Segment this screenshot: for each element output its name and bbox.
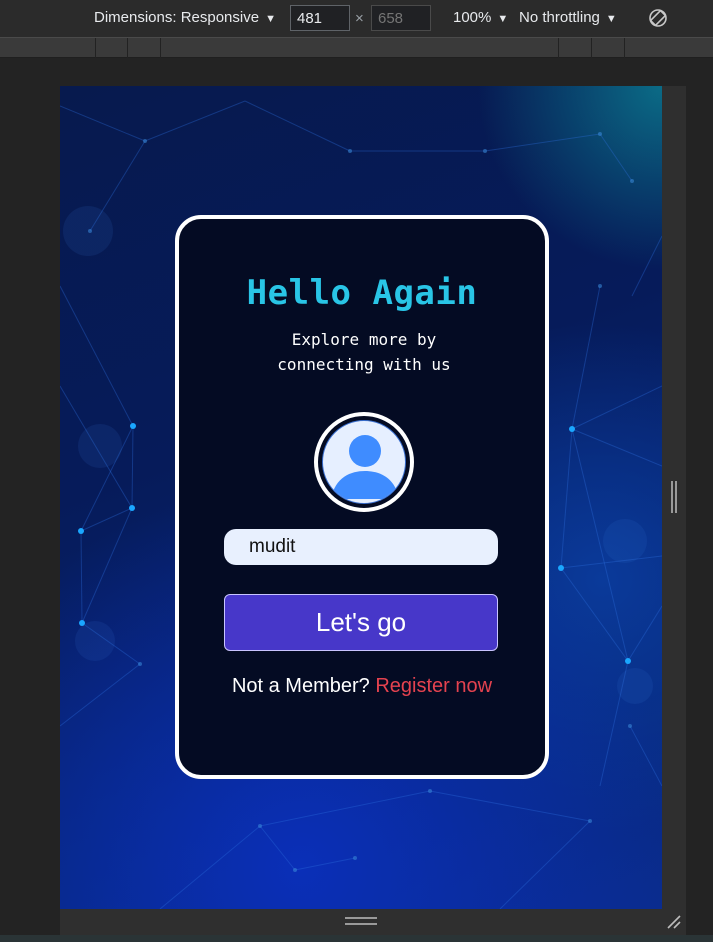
throttling-dropdown[interactable]: No throttling ▼ xyxy=(519,9,617,26)
login-card: Hello Again Explore more by connecting w… xyxy=(175,215,549,779)
resize-handle-bottom[interactable] xyxy=(60,909,686,935)
user-avatar-icon xyxy=(331,435,399,499)
dimensions-dropdown[interactable]: Dimensions: Responsive ▼ xyxy=(94,9,276,26)
resize-corner-icon[interactable] xyxy=(664,912,682,930)
register-prompt: Not a Member? Register now xyxy=(179,675,545,698)
dimensions-label: Dimensions: Responsive xyxy=(94,9,260,26)
height-input[interactable] xyxy=(371,5,431,31)
throttling-label: No throttling xyxy=(519,9,600,26)
zoom-label: 100% xyxy=(453,9,492,26)
register-link[interactable]: Register now xyxy=(375,675,492,697)
page-title: Hello Again xyxy=(246,273,478,313)
avatar xyxy=(314,412,414,512)
lets-go-button[interactable]: Let's go xyxy=(224,594,498,651)
page-subtitle: Explore more by connecting with us xyxy=(277,330,451,374)
username-input[interactable] xyxy=(224,529,498,565)
device-viewport: Hello Again Explore more by connecting w… xyxy=(60,86,662,909)
resize-handle-right[interactable] xyxy=(662,86,686,909)
chevron-down-icon: ▼ xyxy=(265,13,276,25)
bottom-edge xyxy=(0,935,713,942)
times-separator: × xyxy=(355,10,364,27)
zoom-dropdown[interactable]: 100% ▼ xyxy=(453,9,508,26)
chevron-down-icon: ▼ xyxy=(605,13,617,25)
chevron-down-icon: ▼ xyxy=(497,13,509,25)
not-member-text: Not a Member? xyxy=(231,675,370,697)
rotate-device-icon[interactable] xyxy=(648,8,668,28)
media-query-ruler[interactable] xyxy=(0,37,713,58)
width-input[interactable] xyxy=(290,5,350,31)
devtools-device-toolbar: Dimensions: Responsive ▼ × 100% ▼ No throt… xyxy=(0,0,713,37)
